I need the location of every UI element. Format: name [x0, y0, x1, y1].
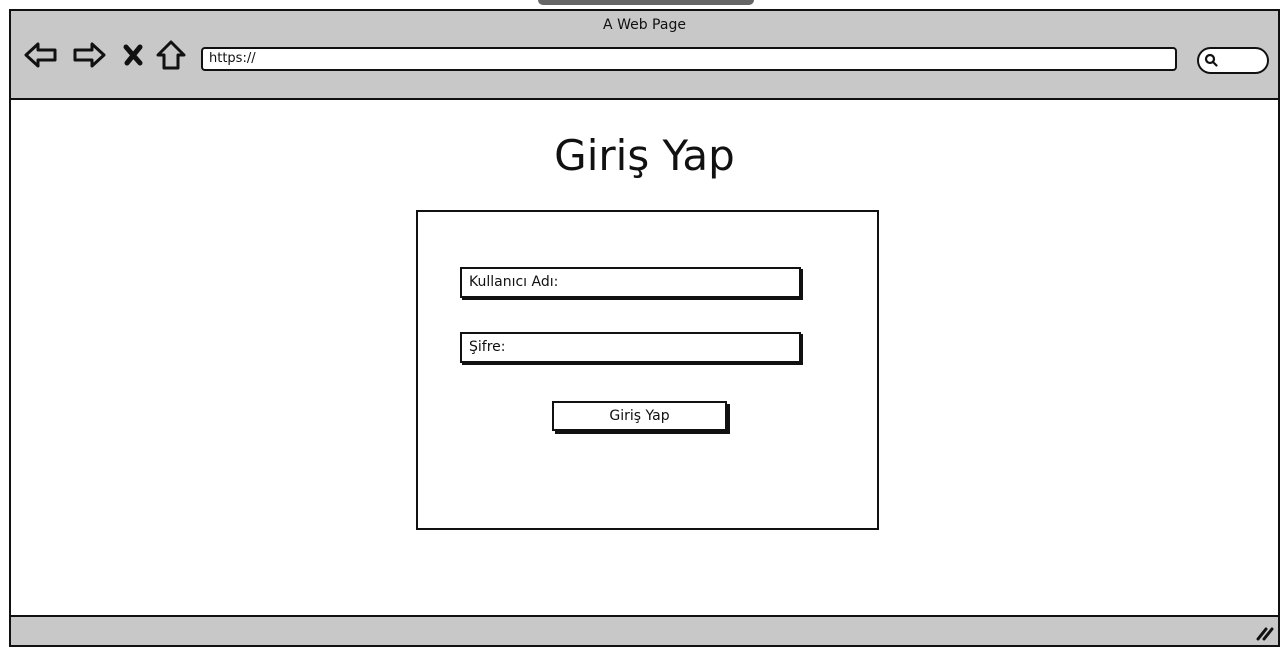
window-top-tab	[538, 0, 754, 5]
back-arrow-icon[interactable]	[23, 37, 59, 73]
home-icon[interactable]	[153, 37, 189, 73]
login-form: Kullanıcı Adı: Şifre: Giriş Yap	[416, 210, 879, 530]
search-button[interactable]	[1197, 47, 1269, 74]
page-title: Giriş Yap	[554, 131, 735, 180]
close-x-icon[interactable]	[115, 37, 151, 73]
window-title: A Web Page	[603, 17, 686, 33]
login-button[interactable]: Giriş Yap	[552, 401, 727, 431]
browser-toolbar: A Web Page https://	[11, 11, 1278, 100]
browser-window: A Web Page https:// Giriş Yap Kullanıcı …	[9, 9, 1280, 647]
url-input[interactable]: https://	[201, 47, 1177, 71]
resize-grip-icon[interactable]	[1254, 622, 1274, 642]
status-bar	[11, 615, 1278, 645]
username-field[interactable]: Kullanıcı Adı:	[460, 267, 801, 298]
forward-arrow-icon[interactable]	[71, 37, 107, 73]
search-icon	[1204, 53, 1218, 67]
password-field[interactable]: Şifre:	[460, 332, 801, 363]
